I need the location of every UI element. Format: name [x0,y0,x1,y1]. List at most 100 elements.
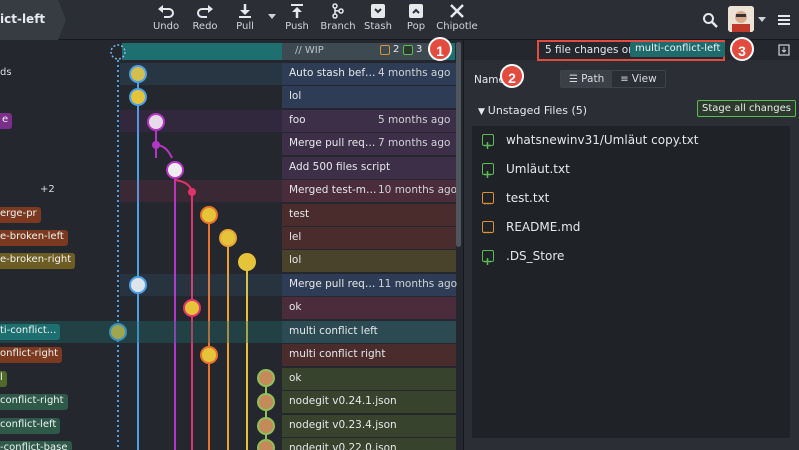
view-toggle-label: View [631,73,657,85]
unstaged-file-list: whatsnewinv31/Umläut copy.txt Umläut.txt… [472,126,790,438]
graph-scrollbar[interactable] [456,42,461,247]
chipotle-icon [450,4,464,18]
commit-row[interactable]: conflict-left nodegit v0.23.4.json [0,415,463,437]
file-changes-panel: 5 file changes on multi-conflict-left Na… [463,40,799,450]
commit-time: 11 months ago [378,278,458,290]
push-button[interactable]: Push [275,3,319,37]
branch-label-conflict-right-2[interactable]: conflict-right [0,394,68,410]
commit-row-selected[interactable]: ti-conflict... multi conflict left [0,321,463,343]
current-branch-chip[interactable]: ict-left [0,0,66,40]
undo-label: Undo [152,21,180,32]
redo-button[interactable]: Redo [183,3,227,37]
commit-row[interactable]: ds Auto stash befor... 4 months ago [0,63,463,85]
branch-count-badge[interactable]: +2 [40,184,55,195]
commit-message: lel [289,231,302,243]
commit-row[interactable]: erge-pr test [0,204,463,226]
branch-label-conflict-base[interactable]: -conflict-base [0,441,72,450]
path-toggle[interactable]: ☰ Path [561,71,613,87]
callout-3: 3 [730,37,754,61]
commit-message: ok [289,372,302,384]
commit-row[interactable]: Add 500 files script [0,157,463,179]
undo-button[interactable]: Undo [144,3,188,37]
commit-message: lol [289,90,302,102]
commit-time: 10 months ago [378,184,458,196]
commit-row[interactable]: e foo 5 months ago [0,110,463,132]
branch-label-multi-conflict[interactable]: ti-conflict... [0,324,61,340]
pull-label: Pull [236,21,254,32]
commit-time: 4 months ago [378,67,451,79]
file-row[interactable]: whatsnewinv31/Umläut copy.txt [472,126,790,155]
file-row[interactable]: .DS_Store [472,242,790,271]
redo-icon [197,5,213,18]
file-modified-icon [482,221,494,234]
pop-icon [409,4,423,18]
push-label: Push [285,21,309,32]
commit-row[interactable]: onflict-right multi conflict right [0,344,463,366]
callout-1: 1 [428,37,452,61]
pull-button[interactable]: Pull [223,3,267,37]
unstaged-title: Unstaged Files (5) [487,104,588,117]
tree-icon: ≡ [620,74,632,85]
commit-message: Merge pull reque... [289,137,381,149]
branch-label-e[interactable]: e [0,113,13,129]
file-row[interactable]: README.md [472,213,790,242]
file-added-icon [482,250,494,265]
commit-graph: // WIP 2 3 ds Auto stash befor... 4 mont… [0,40,463,450]
branch-label-conflict-right[interactable]: onflict-right [0,347,63,363]
commit-time: 7 months ago [378,137,451,149]
current-branch-label: ict-left [0,12,46,26]
branch-label-broken-right[interactable]: e-broken-right [0,253,76,269]
file-added-icon [482,134,494,149]
avatar[interactable] [728,6,754,32]
callout-2: 2 [500,64,524,88]
file-row[interactable]: Umläut.txt [472,155,790,184]
file-name: .DS_Store [506,249,565,263]
account-caret[interactable] [758,17,766,22]
commit-message: nodegit v0.23.4.json [289,419,397,431]
commit-message: Merge pull reque... [289,278,381,290]
commit-message: Add 500 files script [289,161,391,173]
unstaged-section-header[interactable]: ▼ Unstaged Files (5) [478,104,587,117]
pull-icon [239,4,251,18]
file-name: whatsnewinv31/Umläut copy.txt [506,133,699,147]
redo-label: Redo [192,21,218,32]
commit-message: lol [289,254,302,266]
commit-row[interactable]: conflict-right nodegit v0.24.1.json [0,391,463,413]
view-toggle-button[interactable]: ≡ View [612,71,664,87]
stage-all-button[interactable]: Stage all changes [697,100,796,117]
commit-row[interactable]: lol [0,86,463,108]
menu-icon[interactable] [778,14,790,26]
branch-label-merge-pr[interactable]: erge-pr [0,207,41,223]
branch-label-ds[interactable]: ds [0,67,12,78]
file-added-icon [482,163,494,178]
changes-summary: 5 file changes on [545,44,635,56]
toolbar: ict-left Undo Redo Pull Push Branch Stas… [0,0,799,40]
commit-row[interactable]: l ok [0,368,463,390]
commit-message: test [289,208,310,220]
path-toggle-label: Path [581,73,605,85]
avatar-image [728,6,754,32]
branch-pill[interactable]: multi-conflict-left [630,42,726,57]
branch-button[interactable]: Branch [316,3,360,37]
commit-row[interactable]: e-broken-left lel [0,227,463,249]
branch-label-conflict-left[interactable]: conflict-left [0,418,61,434]
commit-row[interactable]: ok [0,297,463,319]
file-row[interactable]: test.txt [472,184,790,213]
commit-row[interactable]: -conflict-base nodegit v0.22.0.json [0,438,463,450]
commit-row[interactable]: Merge pull reque... 7 months ago [0,133,463,155]
commit-message: multi conflict left [289,325,378,337]
branch-icon [332,3,344,19]
commit-row[interactable]: +2 Merged test-me... 10 months ago [0,180,463,202]
commit-row[interactable]: e-broken-right lol [0,250,463,272]
commit-message: ok [289,301,302,313]
chipotle-button[interactable]: Chipotle [435,3,479,37]
commit-row[interactable]: Merge pull reque... 11 months ago [0,274,463,296]
expand-icon[interactable] [778,44,790,56]
pop-button[interactable]: Pop [394,3,438,37]
file-name: test.txt [506,191,550,205]
commit-message: multi conflict right [289,348,386,360]
commit-message: nodegit v0.24.1.json [289,395,397,407]
branch-label-broken-left[interactable]: e-broken-left [0,230,68,246]
branch-label-l[interactable]: l [0,371,7,387]
search-icon[interactable] [702,12,718,28]
